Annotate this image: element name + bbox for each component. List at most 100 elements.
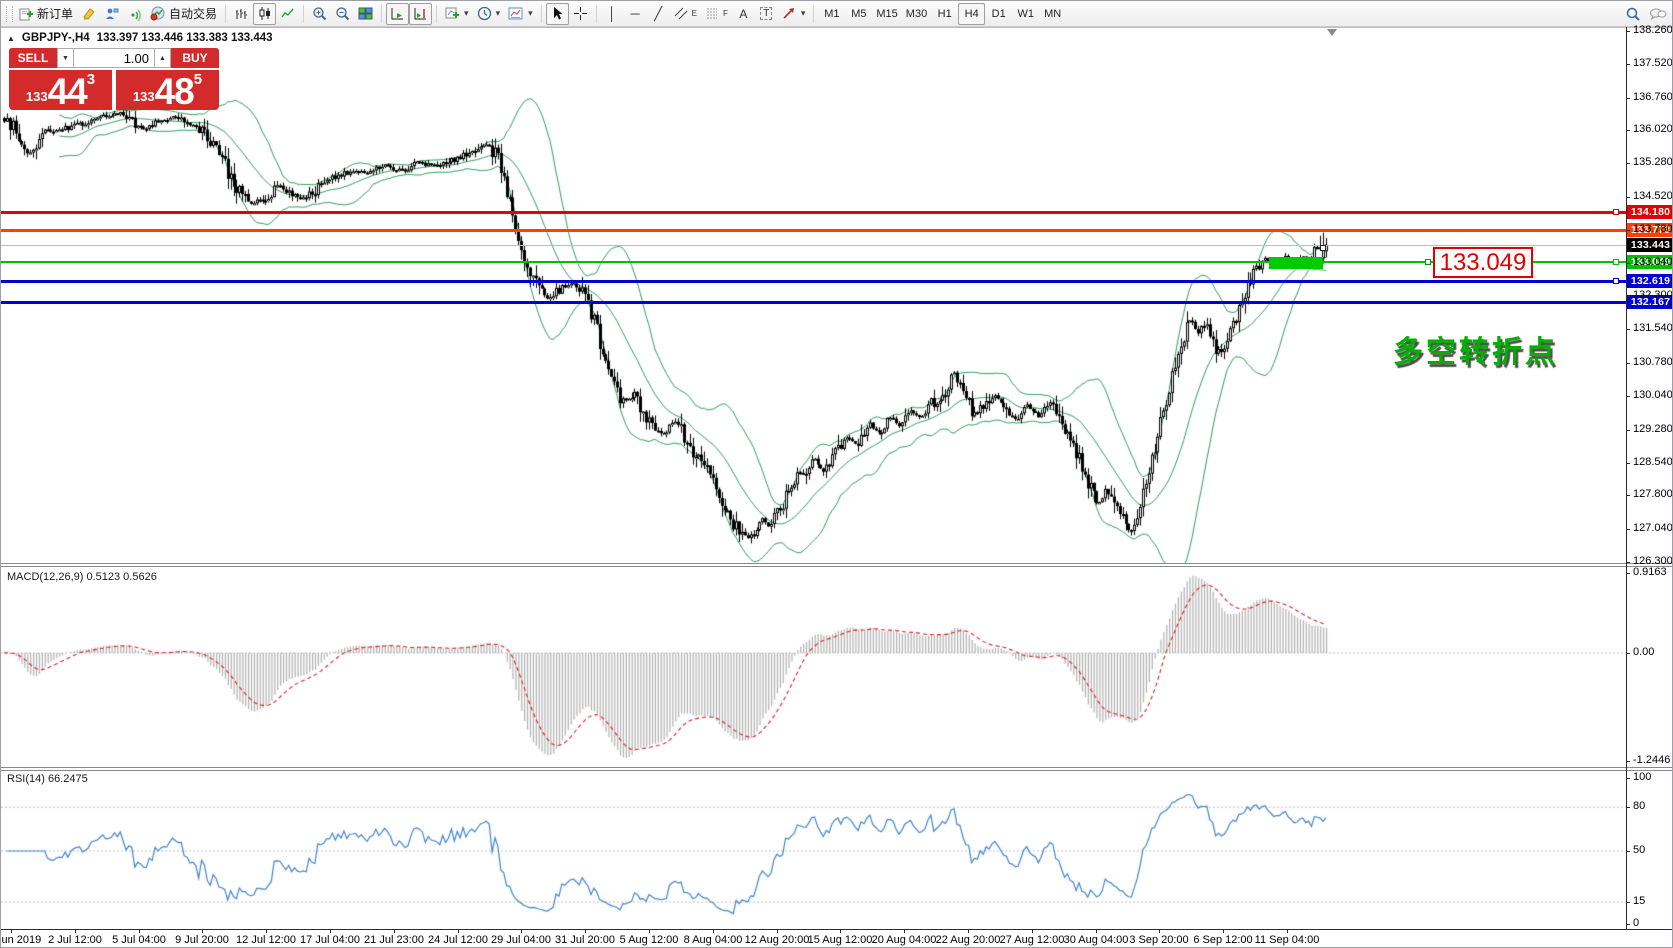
toolbar-separator [813, 5, 814, 23]
time-tick [394, 929, 395, 933]
time-tick-label: 2 Jul 12:00 [48, 934, 102, 946]
time-tick [968, 929, 969, 933]
arrows-tool-button[interactable]: ▾ [778, 3, 810, 25]
level-line-134180[interactable] [1, 211, 1626, 214]
timeframe-mn[interactable]: MN [1039, 3, 1066, 25]
dropdown-caret-icon: ▾ [801, 8, 806, 19]
time-tick-label: 24 Jul 12:00 [428, 934, 488, 946]
buy-price-button[interactable]: 133 48 5 [116, 70, 219, 110]
price-tick [1626, 463, 1630, 464]
auto-scroll-button[interactable] [386, 3, 409, 25]
timeframe-h4[interactable]: H4 [958, 3, 985, 25]
line-drag-handle[interactable] [1613, 209, 1619, 215]
indicators-icon [445, 6, 460, 21]
chart-shift-button[interactable] [409, 3, 432, 25]
zoom-out-icon [335, 6, 350, 21]
turning-point-annotation[interactable]: 多空转折点 [1393, 327, 1558, 371]
rsi-panel-canvas[interactable] [1, 771, 1626, 929]
price-chart-canvas[interactable] [1, 27, 1626, 564]
line-drag-handle[interactable] [1425, 259, 1431, 265]
templates-button[interactable]: ▾ [504, 3, 537, 25]
vertical-line-tool[interactable]: │ [601, 3, 624, 25]
price-tick [1626, 230, 1630, 231]
buy-button[interactable]: BUY [171, 48, 219, 68]
horizontal-line-icon: ─ [631, 7, 640, 20]
symbol-period-label: GBPJPY-,H4 [22, 32, 90, 44]
time-tick-label: 22 Aug 20:00 [936, 934, 1001, 946]
timeframe-m30[interactable]: M30 [902, 3, 931, 25]
volume-input[interactable] [74, 48, 154, 68]
price-tick [1626, 263, 1630, 264]
rsi-label: RSI(14) 66.2475 [7, 773, 88, 785]
text-label-tool[interactable]: T [755, 3, 778, 25]
line-drag-handle[interactable] [1613, 278, 1619, 284]
up-arrow-icon: ▲ [159, 55, 166, 62]
bar-chart-mode-button[interactable] [230, 3, 253, 25]
timeframe-h1[interactable]: H1 [931, 3, 958, 25]
tile-windows-button[interactable] [354, 3, 377, 25]
macd-tick [1626, 573, 1630, 574]
macd-label: MACD(12,26,9) 0.5123 0.5626 [7, 571, 157, 583]
line-drag-handle[interactable] [1613, 259, 1619, 265]
price-callout-box[interactable]: 133.049 [1433, 247, 1533, 278]
level-line-133049[interactable] [1, 261, 1626, 263]
time-tick-label: 27 Aug 12:00 [1000, 934, 1065, 946]
market-profile-button[interactable] [100, 3, 123, 25]
community-chat-button[interactable] [1645, 3, 1671, 25]
time-tick-label: 15 Aug 12:00 [808, 934, 873, 946]
price-tick-label: 130.040 [1633, 389, 1673, 401]
buy-price-prefix: 133 [133, 89, 155, 104]
level-line-133773[interactable] [1, 229, 1626, 232]
time-tick [75, 929, 76, 933]
news-signal-button[interactable] [123, 3, 146, 25]
cursor-tool-button[interactable] [546, 3, 569, 25]
candle-chart-mode-button[interactable] [253, 3, 276, 25]
channel-tool[interactable]: E [670, 3, 701, 25]
new-order-button[interactable]: 新订单 [15, 3, 77, 25]
person-chart-icon [104, 6, 119, 21]
trendline-tool[interactable]: ╱ [647, 3, 670, 25]
search-button[interactable] [1621, 3, 1645, 25]
sell-price-button[interactable]: 133 44 3 [9, 70, 112, 110]
level-line-132167[interactable] [1, 301, 1626, 304]
volume-increase-button[interactable]: ▲ [154, 48, 171, 68]
autotrading-button[interactable]: 自动交易 [146, 3, 221, 25]
zoom-out-button[interactable] [331, 3, 354, 25]
level-line-133443[interactable] [1, 245, 1626, 246]
horizontal-line-tool[interactable]: ─ [624, 3, 647, 25]
volume-decrease-button[interactable]: ▼ [57, 48, 74, 68]
indicators-button[interactable]: ▾ [441, 3, 473, 25]
timeframe-m1[interactable]: M1 [818, 3, 845, 25]
timeframe-m15[interactable]: M15 [872, 3, 901, 25]
highlighter-button[interactable] [77, 3, 100, 25]
panel-separator [1, 770, 1673, 771]
one-click-trading-widget: SELL ▼ ▲ BUY 133 44 3 133 48 5 [9, 48, 219, 110]
chart-shift-marker[interactable] [1327, 29, 1337, 36]
text-tool[interactable]: A [732, 3, 755, 25]
price-tick-label: 137.520 [1633, 57, 1673, 69]
timeframe-group: M1M5M15M30H1H4D1W1MN [818, 3, 1066, 25]
periods-button[interactable]: ▾ [473, 3, 505, 25]
crosshair-tool-button[interactable] [569, 3, 592, 25]
time-tick-label: 3 Sep 20:00 [1129, 934, 1188, 946]
price-tick [1626, 495, 1630, 496]
line-chart-mode-button[interactable] [276, 3, 299, 25]
fibonacci-tool[interactable]: F [701, 3, 732, 25]
thick-green-segment[interactable] [1269, 257, 1323, 269]
time-tick [521, 929, 522, 933]
rsi-tick [1626, 902, 1630, 903]
time-tick-label: 30 Aug 04:00 [1064, 934, 1129, 946]
timeframe-d1[interactable]: D1 [985, 3, 1012, 25]
level-line-132619[interactable] [1, 280, 1626, 283]
timeframe-m5[interactable]: M5 [845, 3, 872, 25]
sell-button[interactable]: SELL [9, 48, 57, 68]
search-icon [1625, 6, 1641, 22]
new-order-icon [19, 6, 34, 21]
timeframe-w1[interactable]: W1 [1012, 3, 1039, 25]
panel-separator[interactable] [1, 563, 1673, 564]
bar-chart-icon [234, 6, 249, 21]
panel-separator[interactable] [1, 767, 1673, 768]
macd-panel-canvas[interactable] [1, 568, 1626, 767]
zoom-in-button[interactable] [308, 3, 331, 25]
collapse-quotes-arrow[interactable]: ▲ [7, 34, 15, 43]
